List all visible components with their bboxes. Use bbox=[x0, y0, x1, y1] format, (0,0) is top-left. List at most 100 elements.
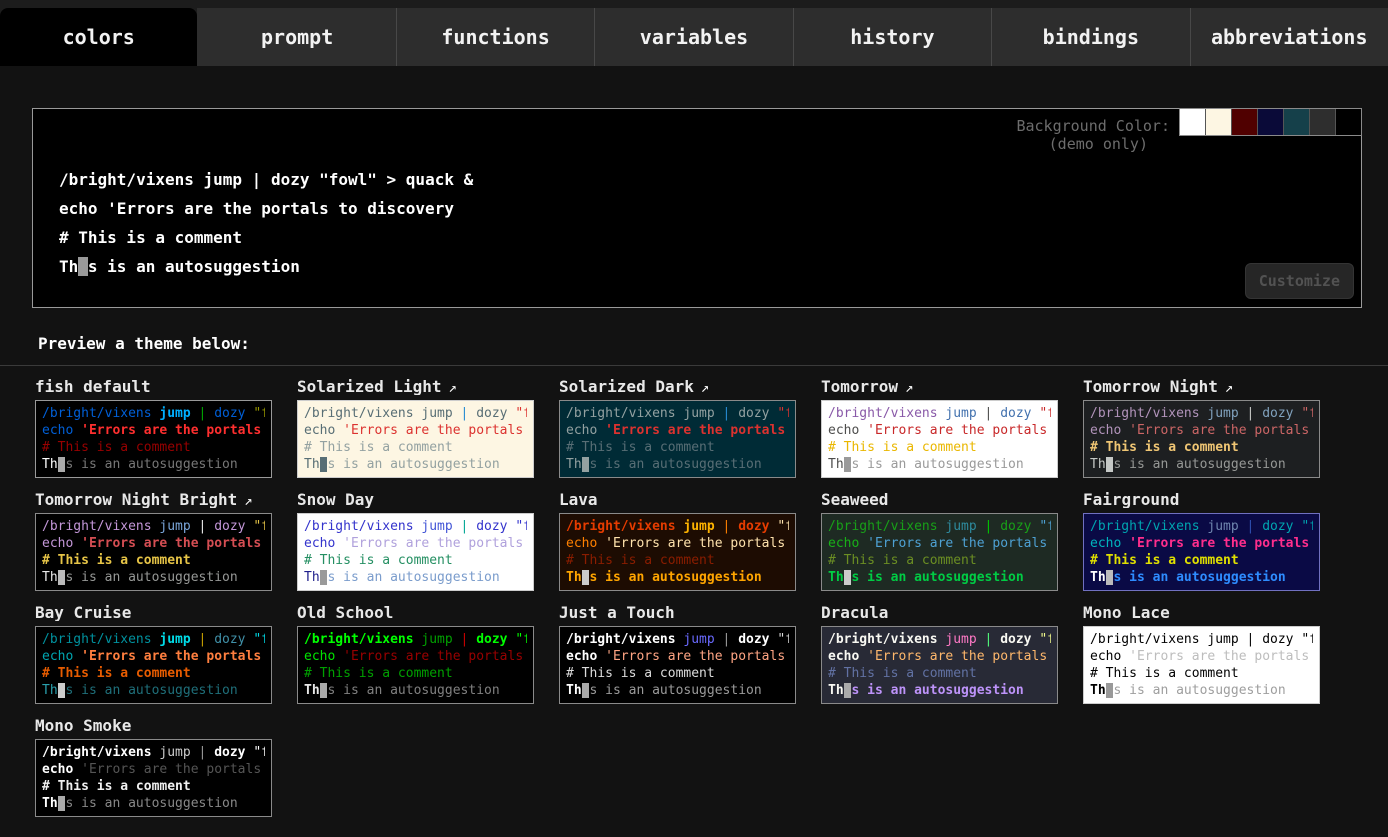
terminal-line: echo 'Errors are the portals to discover… bbox=[566, 648, 789, 665]
token-cmd2: jump bbox=[421, 406, 452, 421]
tab-bindings[interactable]: bindings bbox=[991, 8, 1189, 66]
tab-colors[interactable]: colors bbox=[0, 8, 197, 66]
terminal-line: /bright/vixens jump | dozy "fowl" > quac… bbox=[42, 405, 265, 422]
terminal-line: # This is a comment bbox=[304, 552, 527, 569]
token-err: 'Errors are the portals to discovery bbox=[81, 423, 265, 438]
token-err: 'Errors are the portals to discovery bbox=[81, 536, 265, 551]
token-path: /bright/vixens bbox=[828, 519, 945, 534]
token-typed: Th bbox=[304, 570, 320, 585]
terminal-line: /bright/vixens jump | dozy "fowl" > quac… bbox=[1090, 518, 1313, 535]
background-swatch-2[interactable] bbox=[1206, 109, 1232, 135]
token-sugg: s is an autosuggestion bbox=[65, 457, 237, 472]
token-comment: # This is a comment bbox=[304, 666, 453, 681]
external-link-icon[interactable]: ↗ bbox=[1225, 380, 1233, 395]
theme-preview-card[interactable]: /bright/vixens jump | dozy "fowl" > quac… bbox=[1083, 400, 1320, 478]
terminal-line: /bright/vixens jump | dozy "fowl" > quac… bbox=[42, 631, 265, 648]
customize-button[interactable]: Customize bbox=[1245, 263, 1354, 299]
token-echo: echo bbox=[42, 536, 81, 551]
background-swatch-6[interactable] bbox=[1310, 109, 1336, 135]
token-echo: echo bbox=[304, 536, 343, 551]
theme-title[interactable]: Solarized Light↗ bbox=[297, 377, 534, 395]
background-swatch-7[interactable] bbox=[1336, 109, 1361, 135]
theme-preview-card[interactable]: /bright/vixens jump | dozy "fowl" > quac… bbox=[297, 400, 534, 478]
external-link-icon[interactable]: ↗ bbox=[449, 380, 457, 395]
token-typed: Th bbox=[1090, 457, 1106, 472]
terminal-line: /bright/vixens jump | dozy "fowl" > quac… bbox=[828, 631, 1051, 648]
background-swatch-4[interactable] bbox=[1258, 109, 1284, 135]
terminal-line: This is an autosuggestion bbox=[566, 456, 789, 473]
token-quote: "fowl" > quack & bbox=[246, 406, 265, 421]
terminal-line: This is an autosuggestion bbox=[42, 795, 265, 812]
theme-just-a-touch: Just a Touch/bright/vixens jump | dozy "… bbox=[559, 603, 796, 704]
tab-history[interactable]: history bbox=[793, 8, 991, 66]
theme-preview-card[interactable]: /bright/vixens jump | dozy "fowl" > quac… bbox=[821, 626, 1058, 704]
theme-preview-card[interactable]: /bright/vixens jump | dozy "fowl" > quac… bbox=[559, 626, 796, 704]
external-link-icon[interactable]: ↗ bbox=[701, 380, 709, 395]
terminal-line: This is an autosuggestion bbox=[828, 682, 1051, 699]
theme-title[interactable]: Tomorrow Night Bright↗ bbox=[35, 490, 272, 508]
theme-title[interactable]: Solarized Dark↗ bbox=[559, 377, 796, 395]
token-echo: echo bbox=[828, 536, 867, 551]
token-pipe: | bbox=[191, 406, 214, 421]
token-quote: "fowl" > quack & bbox=[1032, 406, 1051, 421]
theme-tomorrow-night: Tomorrow Night↗ /bright/vixens jump | doz… bbox=[1083, 377, 1320, 478]
token-typed: Th bbox=[566, 683, 582, 698]
token-sugg: s is an autosuggestion bbox=[1113, 683, 1285, 698]
theme-title: Dracula bbox=[821, 603, 1058, 621]
theme-preview-card[interactable]: /bright/vixens jump | dozy "fowl" > quac… bbox=[821, 513, 1058, 591]
token-quote: "fowl" > quack & bbox=[770, 519, 789, 534]
tab-prompt[interactable]: prompt bbox=[197, 8, 395, 66]
token-comment: # This is a comment bbox=[828, 666, 977, 681]
theme-preview-card[interactable]: /bright/vixens jump | dozy "fowl" > quac… bbox=[1083, 626, 1320, 704]
theme-preview-card[interactable]: /bright/vixens jump | dozy "fowl" > quac… bbox=[821, 400, 1058, 478]
token-pipe: | bbox=[191, 745, 214, 760]
terminal-line: echo 'Errors are the portals to discover… bbox=[828, 422, 1051, 439]
token-err: 'Errors are the portals to discovery bbox=[1129, 649, 1313, 664]
token-cmd3: dozy bbox=[738, 519, 769, 534]
theme-preview-card[interactable]: /bright/vixens jump | dozy "fowl" > quac… bbox=[559, 513, 796, 591]
theme-fish-default: fish default/bright/vixens jump | dozy "… bbox=[35, 377, 272, 478]
terminal-line: This is an autosuggestion bbox=[1090, 569, 1313, 586]
token-path: /bright/vixens bbox=[42, 745, 159, 760]
terminal-line: /bright/vixens jump | dozy "fowl" > quac… bbox=[304, 518, 527, 535]
token-path: /bright/vixens bbox=[304, 406, 421, 421]
external-link-icon[interactable]: ↗ bbox=[244, 493, 252, 508]
theme-title[interactable]: Tomorrow↗ bbox=[821, 377, 1058, 395]
theme-preview-card[interactable]: /bright/vixens jump | dozy "fowl" > quac… bbox=[1083, 513, 1320, 591]
theme-preview-card[interactable]: /bright/vixens jump | dozy "fowl" > quac… bbox=[35, 513, 272, 591]
background-swatch-5[interactable] bbox=[1284, 109, 1310, 135]
theme-mono-lace: Mono Lace/bright/vixens jump | dozy "fow… bbox=[1083, 603, 1320, 704]
tab-functions[interactable]: functions bbox=[396, 8, 594, 66]
theme-title: Snow Day bbox=[297, 490, 534, 508]
theme-preview-card[interactable]: /bright/vixens jump | dozy "fowl" > quac… bbox=[297, 626, 534, 704]
tab-variables[interactable]: variables bbox=[594, 8, 792, 66]
background-swatch-1[interactable] bbox=[1180, 109, 1206, 135]
token-typed: Th bbox=[828, 683, 844, 698]
terminal-line: echo 'Errors are the portals to discover… bbox=[566, 422, 789, 439]
theme-preview-card[interactable]: /bright/vixens jump | dozy "fowl" > quac… bbox=[559, 400, 796, 478]
terminal-line: echo 'Errors are the portals to discover… bbox=[1090, 422, 1313, 439]
background-swatch-3[interactable] bbox=[1232, 109, 1258, 135]
token-cmd2: jump bbox=[159, 406, 190, 421]
token-pipe: | bbox=[715, 632, 738, 647]
token-comment: # This is a comment bbox=[59, 228, 242, 247]
token-cmd3: dozy bbox=[476, 632, 507, 647]
token-typed: Th bbox=[828, 570, 844, 585]
theme-preview-card[interactable]: /bright/vixens jump | dozy "fowl" > quac… bbox=[35, 626, 272, 704]
token-sugg: s is an autosuggestion bbox=[327, 570, 499, 585]
token-sugg: s is an autosuggestion bbox=[88, 257, 300, 276]
token-path: /bright/vixens bbox=[828, 406, 945, 421]
tab-abbreviations[interactable]: abbreviations bbox=[1190, 8, 1388, 66]
token-pipe: | bbox=[1239, 632, 1262, 647]
token-typed: Th bbox=[828, 457, 844, 472]
external-link-icon[interactable]: ↗ bbox=[905, 380, 913, 395]
token-cmd2: jump bbox=[421, 519, 452, 534]
terminal-line: # This is a comment bbox=[304, 665, 527, 682]
token-quote: "fowl" > quack & bbox=[508, 519, 527, 534]
theme-title[interactable]: Tomorrow Night↗ bbox=[1083, 377, 1320, 395]
token-cmd2: jump bbox=[204, 170, 243, 189]
theme-preview-card[interactable]: /bright/vixens jump | dozy "fowl" > quac… bbox=[297, 513, 534, 591]
token-pipe: | bbox=[453, 632, 476, 647]
theme-preview-card[interactable]: /bright/vixens jump | dozy "fowl" > quac… bbox=[35, 739, 272, 817]
theme-preview-card[interactable]: /bright/vixens jump | dozy "fowl" > quac… bbox=[35, 400, 272, 478]
